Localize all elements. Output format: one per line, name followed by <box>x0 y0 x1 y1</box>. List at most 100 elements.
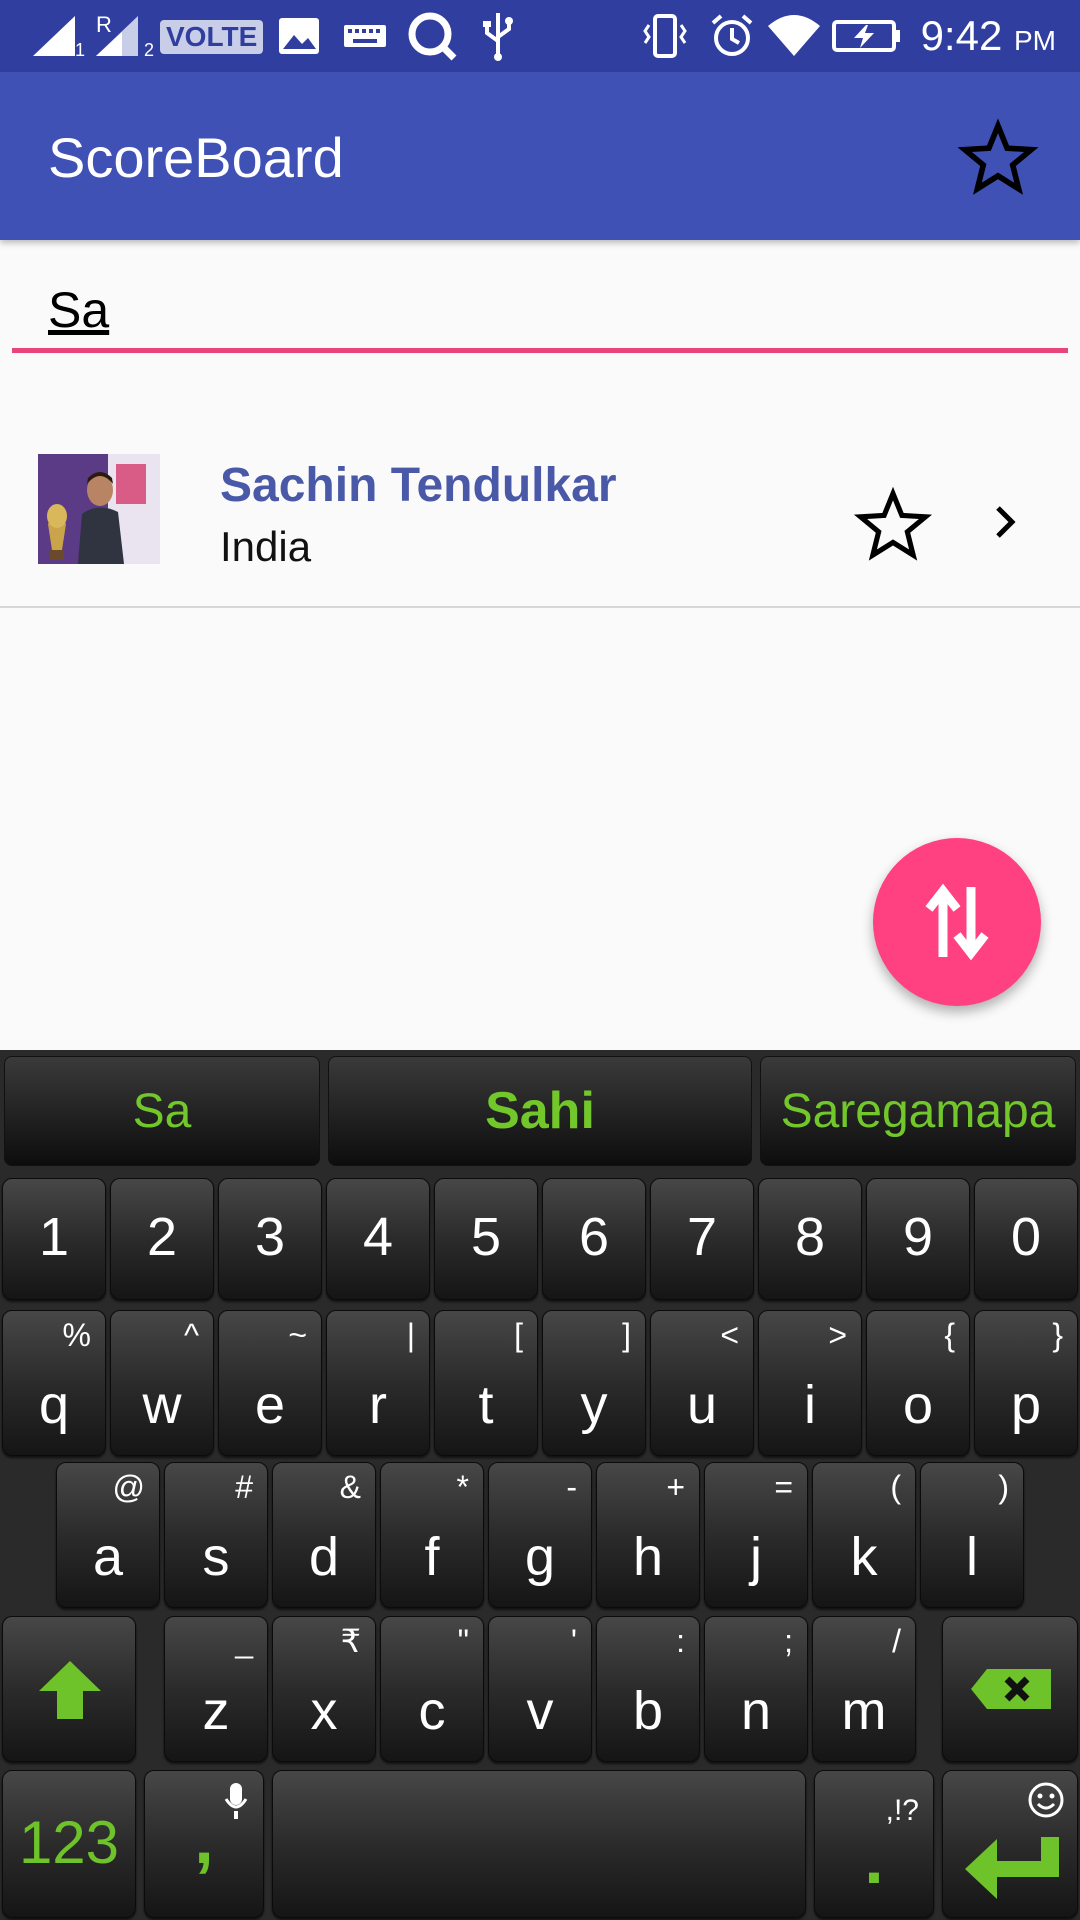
key-alt-label: [ <box>514 1317 523 1353</box>
key-label: 8 <box>794 1207 826 1267</box>
enter-key[interactable] <box>942 1770 1078 1918</box>
key-q[interactable]: % q <box>2 1310 106 1456</box>
key-alt-label: " <box>457 1623 469 1659</box>
key-k[interactable]: (k <box>812 1462 916 1608</box>
suggestion-1[interactable]: Sa <box>4 1056 320 1166</box>
usb-icon <box>478 13 518 61</box>
key-g[interactable]: -g <box>488 1462 592 1608</box>
list-divider <box>0 606 1080 608</box>
key-label: p <box>1010 1375 1042 1435</box>
key-i[interactable]: > i <box>758 1310 862 1456</box>
spacebar-key[interactable] <box>272 1770 806 1918</box>
key-5[interactable]: 5 <box>434 1178 538 1300</box>
key-label: 1 <box>38 1207 70 1267</box>
clock: 9:42 PM <box>921 10 1056 67</box>
key-v[interactable]: ' v <box>488 1616 592 1762</box>
key-label: k <box>850 1527 878 1587</box>
suggestion-2[interactable]: Sahi <box>328 1056 752 1166</box>
key-l[interactable]: ) l <box>920 1462 1024 1608</box>
key-label: 4 <box>362 1207 394 1267</box>
key-3[interactable]: 3 <box>218 1178 322 1300</box>
key-label: l <box>966 1527 978 1587</box>
chevron-right-icon[interactable] <box>984 500 1028 544</box>
key-alt-label: { <box>944 1317 955 1353</box>
sim2-label: 2 <box>144 40 155 60</box>
key-s[interactable]: # s <box>164 1462 268 1608</box>
key-label: w <box>142 1375 182 1435</box>
backspace-key[interactable] <box>942 1616 1078 1762</box>
key-alt-label: % <box>62 1317 91 1353</box>
key-label: h <box>632 1527 664 1587</box>
comma-key[interactable]: , <box>144 1770 264 1918</box>
key-t[interactable]: [t <box>434 1310 538 1456</box>
key-alt-label: ; <box>784 1623 793 1659</box>
key-label: 5 <box>470 1207 502 1267</box>
key-label: m <box>841 1681 887 1741</box>
list-item[interactable]: Sachin Tendulkar India <box>0 420 1080 608</box>
key-7[interactable]: 7 <box>650 1178 754 1300</box>
sort-icon <box>925 883 989 961</box>
key-label: x <box>310 1681 338 1741</box>
key-alt-label: & <box>339 1469 361 1505</box>
favorite-star-icon[interactable] <box>852 484 934 566</box>
status-bar: 1 R 2 VOLTE 9:42 PM <box>0 0 1080 72</box>
suggestion-3[interactable]: Saregamapa <box>760 1056 1076 1166</box>
favorites-star-icon[interactable] <box>956 116 1040 200</box>
key-2[interactable]: 2 <box>110 1178 214 1300</box>
key-label: s <box>202 1527 230 1587</box>
key-d[interactable]: & d <box>272 1462 376 1608</box>
key-b[interactable]: :b <box>596 1616 700 1762</box>
key-label: 9 <box>902 1207 934 1267</box>
key-m[interactable]: / m <box>812 1616 916 1762</box>
shift-key[interactable] <box>2 1616 136 1762</box>
key-alt-label: ₹ <box>340 1623 361 1659</box>
clock-time: 9:42 <box>920 12 1003 59</box>
key-y[interactable]: ] y <box>542 1310 646 1456</box>
battery-charging-icon <box>832 14 902 58</box>
key-label: b <box>632 1681 664 1741</box>
key-w[interactable]: ^ w <box>110 1310 214 1456</box>
key-alt-label: - <box>566 1469 577 1505</box>
app-title: ScoreBoard <box>48 126 344 189</box>
key-o[interactable]: {o <box>866 1310 970 1456</box>
key-a[interactable]: @ a <box>56 1462 160 1608</box>
key-9[interactable]: 9 <box>866 1178 970 1300</box>
key-p[interactable]: } p <box>974 1310 1078 1456</box>
player-country: India <box>220 523 312 570</box>
search-input[interactable] <box>12 270 1068 350</box>
key-label: 0 <box>1010 1207 1042 1267</box>
key-label: n <box>740 1681 772 1741</box>
key-alt-label: ) <box>998 1469 1009 1505</box>
key-c[interactable]: " c <box>380 1616 484 1762</box>
period-key[interactable]: ,!?. <box>814 1770 934 1918</box>
key-label: f <box>424 1527 440 1587</box>
key-label: g <box>524 1527 556 1587</box>
key-4[interactable]: 4 <box>326 1178 430 1300</box>
key-r[interactable]: | r <box>326 1310 430 1456</box>
key-1[interactable]: 1 <box>2 1178 106 1300</box>
search-field[interactable] <box>12 270 1068 356</box>
key-label: z <box>202 1681 230 1741</box>
key-label: t <box>478 1375 494 1435</box>
roaming-label: R <box>96 12 112 37</box>
key-j[interactable]: = j <box>704 1462 808 1608</box>
clock-ampm: PM <box>1014 25 1056 56</box>
key-label: d <box>308 1527 340 1587</box>
key-e[interactable]: ~ e <box>218 1310 322 1456</box>
key-0[interactable]: 0 <box>974 1178 1078 1300</box>
key-label: c <box>418 1681 446 1741</box>
key-alt-label: + <box>666 1469 685 1505</box>
key-label: j <box>750 1527 762 1587</box>
key-6[interactable]: 6 <box>542 1178 646 1300</box>
key-f[interactable]: * f <box>380 1462 484 1608</box>
key-alt-label: / <box>892 1623 901 1659</box>
key-u[interactable]: < u <box>650 1310 754 1456</box>
key-n[interactable]: ; n <box>704 1616 808 1762</box>
key-8[interactable]: 8 <box>758 1178 862 1300</box>
period-alt-label: ,!? <box>885 1794 919 1827</box>
key-x[interactable]: ₹ x <box>272 1616 376 1762</box>
sort-fab[interactable] <box>873 838 1041 1006</box>
key-h[interactable]: + h <box>596 1462 700 1608</box>
symbols-key[interactable]: 123 <box>2 1770 136 1918</box>
key-z[interactable]: _ z <box>164 1616 268 1762</box>
